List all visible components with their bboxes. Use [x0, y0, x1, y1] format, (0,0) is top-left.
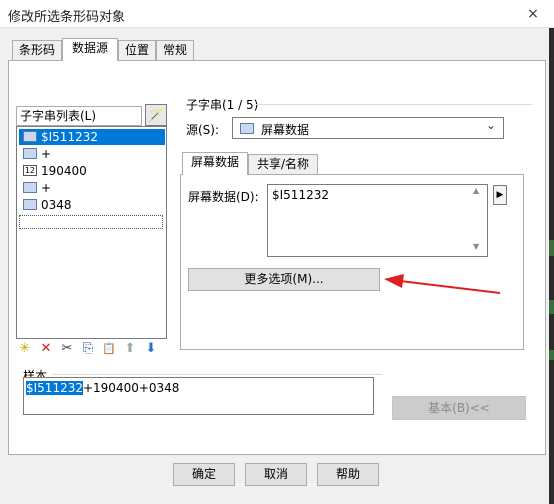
list-item[interactable]: $I511232 — [19, 129, 165, 145]
screen-data-icon — [240, 123, 254, 134]
source-label: 源(S): — [186, 123, 220, 137]
sample-text: $I511232+190400+0348 — [26, 381, 179, 395]
background-edge — [549, 28, 554, 504]
chevron-down-icon[interactable]: ⌄ — [486, 118, 496, 132]
scroll-down-icon[interactable]: ▼ — [473, 242, 479, 251]
insert-arrow-button[interactable]: ▶ — [493, 185, 507, 205]
screen-data-icon — [23, 199, 37, 210]
tab-screen-data[interactable]: 屏幕数据 — [182, 152, 248, 175]
list-item-label: $I511232 — [41, 130, 98, 144]
background-edge-mark — [549, 350, 554, 360]
screen-data-icon — [23, 131, 37, 142]
paste-icon[interactable]: 📋 — [100, 340, 118, 358]
move-down-icon[interactable]: ⬇ — [142, 340, 160, 358]
move-up-icon[interactable]: ⬆ — [121, 340, 139, 358]
cut-icon[interactable]: ✂ — [58, 340, 76, 358]
screen-data-icon — [23, 148, 37, 159]
tab-general[interactable]: 常规 — [156, 40, 194, 60]
substring-list[interactable]: $I511232 + 12 190400 + 0348 — [16, 126, 167, 339]
list-item-label: 0348 — [41, 198, 72, 212]
magic-wand-icon[interactable]: 🪄 — [145, 104, 167, 126]
basic-button[interactable]: 基本(B)<< — [392, 396, 526, 420]
close-icon[interactable]: × — [520, 4, 546, 24]
help-button[interactable]: 帮助 — [317, 463, 379, 486]
list-item[interactable]: 0348 — [19, 197, 165, 213]
copy-icon[interactable]: ⎘ — [79, 340, 97, 358]
list-item[interactable]: + — [19, 180, 165, 196]
ok-button[interactable]: 确定 — [173, 463, 235, 486]
scroll-up-icon[interactable]: ▲ — [473, 186, 479, 195]
tab-shared-name[interactable]: 共享/名称 — [248, 154, 318, 174]
new-item-icon[interactable]: ✳ — [16, 340, 34, 358]
list-toolbar: ✳ ✕ ✂ ⎘ 📋 ⬆ ⬇ — [16, 340, 166, 360]
group-divider — [256, 104, 532, 105]
substring-list-label: 子字串列表(L) — [16, 106, 142, 126]
screen-data-label: 屏幕数据(D): — [188, 190, 259, 204]
list-item-empty[interactable] — [19, 215, 163, 229]
calendar-icon: 12 — [23, 165, 37, 176]
tab-datasource[interactable]: 数据源 — [62, 38, 118, 61]
screen-data-value[interactable]: $I511232 — [272, 188, 329, 202]
list-item-label: 190400 — [41, 164, 87, 178]
annotation-arrow-icon — [384, 274, 501, 294]
substring-group-title: 子字串(1 / 5) — [186, 98, 259, 112]
list-item[interactable]: 12 190400 — [19, 163, 165, 179]
cancel-button[interactable]: 取消 — [245, 463, 307, 486]
sample-highlight: $I511232 — [26, 381, 83, 395]
group-divider — [52, 374, 382, 375]
screen-data-icon — [23, 182, 37, 193]
background-edge-mark — [549, 240, 554, 256]
window-title: 修改所选条形码对象 — [8, 10, 126, 25]
list-item-label: + — [41, 147, 52, 161]
more-options-button[interactable]: 更多选项(M)... — [188, 268, 380, 291]
delete-icon[interactable]: ✕ — [37, 340, 55, 358]
list-item-label: + — [41, 181, 52, 195]
background-edge-mark — [549, 300, 554, 314]
source-value: 屏幕数据 — [261, 123, 310, 137]
tab-barcode[interactable]: 条形码 — [12, 40, 62, 60]
list-item[interactable]: + — [19, 146, 165, 162]
tab-position[interactable]: 位置 — [118, 40, 156, 60]
sample-rest: +190400+0348 — [82, 381, 180, 395]
